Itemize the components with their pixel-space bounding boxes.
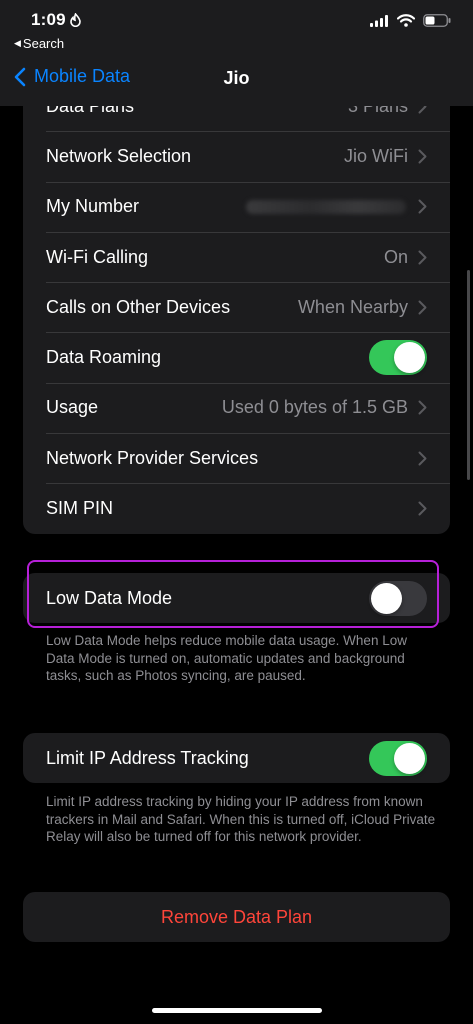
scroll-indicator[interactable] [467, 270, 470, 480]
chevron-right-icon [418, 250, 427, 265]
remove-data-plan-button[interactable]: Remove Data Plan [23, 892, 450, 942]
chevron-right-icon [418, 501, 427, 516]
row-value: Used 0 bytes of 1.5 GB [221, 397, 408, 418]
flame-icon [70, 13, 81, 27]
home-indicator[interactable] [152, 1008, 322, 1013]
low-data-mode-footnote: Low Data Mode helps reduce mobile data u… [46, 633, 407, 683]
row-sim-pin[interactable]: SIM PIN [23, 483, 450, 533]
row-network-selection[interactable]: Network Selection Jio WiFi [23, 131, 450, 181]
chevron-right-icon [418, 400, 427, 415]
row-value: Jio WiFi [344, 145, 408, 166]
row-my-number[interactable]: My Number [23, 181, 450, 232]
row-label: Data Roaming [46, 347, 162, 368]
status-time: 1:09 [31, 10, 82, 30]
row-usage[interactable]: Usage Used 0 bytes of 1.5 GB [23, 382, 450, 433]
row-label: Network Selection [46, 145, 192, 166]
row-value: On [383, 246, 408, 267]
row-label: SIM PIN [46, 498, 114, 519]
back-app-label: Search [22, 36, 65, 51]
toggle-knob [394, 342, 425, 374]
carrier-settings-group: Data Plans 3 Plans Network Selection Jio… [23, 81, 450, 534]
toggle-knob [394, 742, 425, 774]
row-label: Network Provider Services [46, 447, 259, 468]
row-network-provider-services[interactable]: Network Provider Services [23, 433, 450, 483]
row-label: Wi-Fi Calling [46, 246, 149, 267]
chevron-right-icon [418, 199, 427, 214]
status-time-text: 1:09 [31, 10, 66, 29]
chevron-right-icon [418, 149, 427, 164]
battery-icon [423, 14, 451, 27]
wifi-icon [397, 14, 415, 27]
chevron-right-icon [418, 451, 427, 466]
annotation-highlight-box [27, 560, 439, 628]
status-icons [370, 14, 451, 27]
page-title: Jio [223, 68, 250, 88]
limit-ip-tracking-toggle[interactable] [369, 740, 427, 776]
limit-ip-tracking-group: Limit IP Address Tracking [23, 733, 450, 784]
row-label: Calls on Other Devices [46, 296, 231, 317]
back-triangle-icon: ◀ [14, 38, 21, 48]
row-calls-on-other-devices[interactable]: Calls on Other Devices When Nearby [23, 282, 450, 332]
row-wifi-calling[interactable]: Wi-Fi Calling On [23, 231, 450, 282]
row-data-roaming: Data Roaming [23, 332, 450, 382]
redacted-phone-number [246, 199, 406, 214]
cellular-signal-icon [370, 14, 388, 27]
back-to-app-link[interactable]: ◀ Search [14, 36, 64, 51]
row-label: My Number [46, 196, 140, 217]
row-label: Usage [46, 397, 99, 418]
limit-ip-tracking-footnote: Limit IP address tracking by hiding your… [46, 794, 436, 844]
data-roaming-toggle[interactable] [369, 340, 427, 376]
chevron-right-icon [418, 300, 427, 315]
row-value: When Nearby [297, 296, 408, 317]
row-label: Limit IP Address Tracking [46, 747, 249, 768]
navigation-bar: 1:09 ◀ Search Mobile Data Jio [0, 0, 473, 106]
row-limit-ip-tracking: Limit IP Address Tracking [23, 733, 450, 783]
